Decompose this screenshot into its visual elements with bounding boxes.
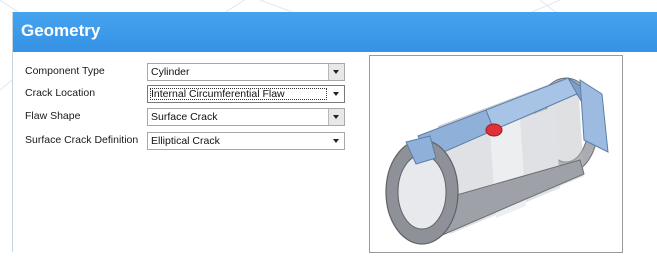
surface-crack-definition-row: Surface Crack Definition Elliptical Crac…: [25, 132, 355, 150]
flaw-shape-row: Flaw Shape Surface Crack: [25, 108, 355, 126]
surface-crack-definition-select[interactable]: Elliptical Crack: [147, 132, 345, 150]
surface-crack-definition-value: Elliptical Crack: [151, 135, 220, 147]
flaw-shape-label: Flaw Shape: [25, 110, 81, 122]
crack-location-row: Crack Location Internal Circumferential …: [25, 85, 355, 103]
chevron-down-icon: [333, 92, 339, 96]
component-type-value: Cylinder: [151, 66, 190, 78]
cylinder-crack-illustration: [385, 77, 609, 245]
surface-crack-definition-dropdown-button[interactable]: [329, 133, 344, 149]
panel-header: Geometry: [13, 12, 657, 52]
flaw-shape-select[interactable]: Surface Crack: [147, 108, 345, 126]
chevron-down-icon: [333, 70, 339, 74]
component-type-label: Component Type: [25, 65, 105, 77]
flaw-marker: [485, 123, 503, 137]
flaw-shape-dropdown-button[interactable]: [328, 109, 344, 125]
geometry-panel: Geometry Component Type Cylinder Crack L…: [12, 12, 657, 253]
geometry-preview: [369, 55, 623, 253]
chevron-down-icon: [333, 139, 339, 143]
surface-crack-definition-label: Surface Crack Definition: [25, 134, 139, 146]
crack-location-label: Crack Location: [25, 87, 96, 99]
panel-title: Geometry: [21, 21, 101, 40]
chevron-down-icon: [333, 115, 339, 119]
crack-location-select[interactable]: Internal Circumferential Flaw: [147, 85, 345, 103]
component-type-row: Component Type Cylinder: [25, 63, 355, 81]
component-type-select[interactable]: Cylinder: [147, 63, 345, 81]
crack-location-dropdown-button[interactable]: [329, 86, 344, 102]
crack-location-value: Internal Circumferential Flaw: [151, 88, 285, 100]
component-type-dropdown-button[interactable]: [328, 64, 344, 80]
flaw-shape-value: Surface Crack: [151, 111, 218, 123]
